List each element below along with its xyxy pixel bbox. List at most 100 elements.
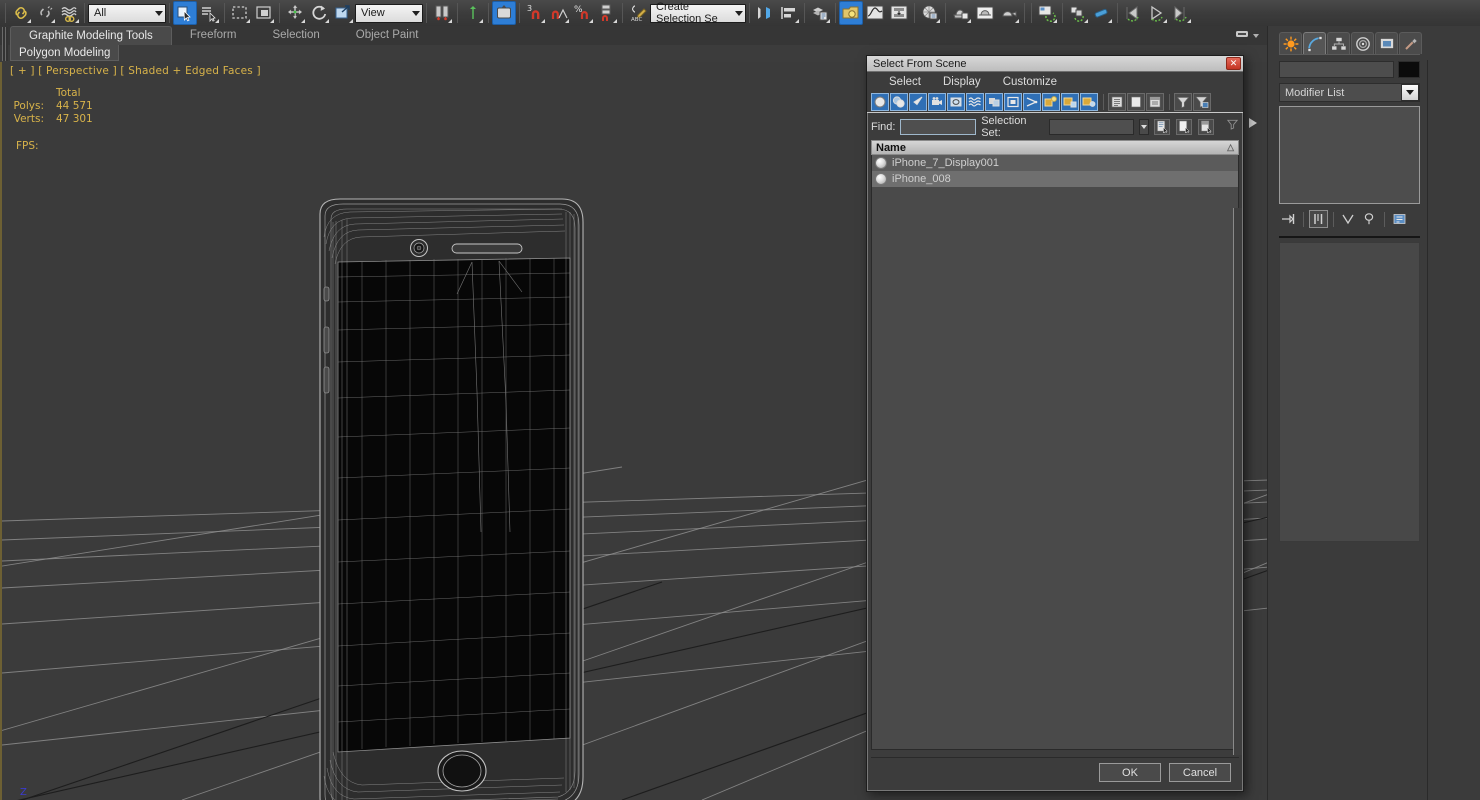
tab-selection[interactable]: Selection — [254, 26, 337, 45]
display-cameras-icon[interactable] — [928, 93, 946, 111]
curve-editor-icon[interactable] — [863, 1, 887, 25]
angle-snap-toggle-icon[interactable] — [547, 1, 571, 25]
selection-filter-dropdown[interactable]: All — [88, 4, 166, 23]
play-animation-icon[interactable] — [1145, 1, 1169, 25]
menu-select[interactable]: Select — [879, 75, 931, 89]
display-space-warps-icon[interactable] — [966, 93, 984, 111]
sort-ascending-icon: △ — [1227, 142, 1234, 153]
schematic-view-icon[interactable] — [887, 1, 911, 25]
chevron-down-icon[interactable] — [1253, 34, 1259, 38]
show-end-result-icon[interactable] — [1309, 210, 1328, 228]
snaps-3-toggle-icon[interactable]: 3 — [523, 1, 547, 25]
render-setup-icon[interactable] — [918, 1, 942, 25]
close-icon[interactable]: ✕ — [1226, 57, 1241, 70]
select-and-move-icon[interactable] — [283, 1, 307, 25]
display-bones-icon[interactable] — [1023, 93, 1041, 111]
display-geometry-icon[interactable] — [871, 93, 889, 111]
menu-display[interactable]: Display — [933, 75, 991, 89]
find-input[interactable] — [900, 119, 976, 135]
display-xrefs-icon[interactable] — [1004, 93, 1022, 111]
link-icon[interactable] — [9, 1, 33, 25]
hierarchy-tab[interactable] — [1327, 32, 1350, 54]
display-children-icon[interactable] — [1042, 93, 1060, 111]
snaps-toggle-icon[interactable] — [492, 1, 516, 25]
more-options-icon[interactable] — [1226, 117, 1239, 136]
object-name-field[interactable] — [1279, 61, 1394, 78]
display-groups-icon[interactable] — [985, 93, 1003, 111]
ok-button[interactable]: OK — [1099, 763, 1161, 782]
material-editor-icon[interactable] — [839, 1, 863, 25]
render-iterative-icon[interactable] — [997, 1, 1021, 25]
select-invert-icon[interactable] — [1198, 119, 1214, 135]
display-columns-icon[interactable] — [1146, 93, 1164, 111]
isolate-selection-icon[interactable] — [1090, 1, 1114, 25]
bind-space-warp-icon[interactable] — [57, 1, 81, 25]
object-color-swatch[interactable] — [1398, 61, 1420, 78]
scene-explorer-icon[interactable] — [1035, 1, 1059, 25]
use-center-flyout-icon[interactable] — [430, 1, 454, 25]
window-crossing-icon[interactable] — [252, 1, 276, 25]
layer-explorer-icon[interactable] — [808, 1, 832, 25]
render-production-icon[interactable] — [973, 1, 997, 25]
select-object-icon[interactable] — [173, 1, 197, 25]
select-by-name-icon[interactable] — [197, 1, 221, 25]
rendered-frame-window-icon[interactable] — [949, 1, 973, 25]
create-tab[interactable] — [1279, 32, 1302, 54]
panel-tab-polygon-modeling[interactable]: Polygon Modeling — [10, 45, 119, 61]
ribbon-minimize-icon[interactable] — [1235, 27, 1249, 45]
modifier-list-dropdown[interactable]: Modifier List — [1279, 83, 1420, 102]
dialog-titlebar[interactable]: Select From Scene ✕ — [867, 56, 1243, 72]
modify-tab[interactable] — [1303, 32, 1326, 54]
select-and-scale-icon[interactable] — [331, 1, 355, 25]
list-column-header[interactable]: Name △ — [871, 140, 1239, 155]
percent-snap-toggle-icon[interactable]: % — [571, 1, 595, 25]
undo-view-change-icon[interactable] — [1121, 1, 1145, 25]
menu-customize[interactable]: Customize — [993, 75, 1067, 89]
chevron-down-icon[interactable] — [1401, 84, 1419, 101]
display-shapes-icon[interactable] — [890, 93, 908, 111]
edit-named-selection-sets-icon[interactable]: ABC — [626, 1, 650, 25]
scene-object-list[interactable]: iPhone_7_Display001 iPhone_008 — [871, 155, 1239, 750]
reference-coordinate-system-dropdown[interactable]: View — [355, 4, 423, 23]
rectangular-selection-region-icon[interactable] — [228, 1, 252, 25]
align-icon[interactable] — [777, 1, 801, 25]
pin-stack-icon[interactable] — [1279, 210, 1298, 228]
collapse-all-icon[interactable] — [1127, 93, 1145, 111]
select-none-icon[interactable] — [1176, 119, 1192, 135]
select-and-rotate-icon[interactable] — [307, 1, 331, 25]
expand-all-icon[interactable] — [1108, 93, 1126, 111]
selection-set-input[interactable] — [1049, 119, 1134, 135]
remove-modifier-icon[interactable] — [1360, 210, 1379, 228]
display-frozen-icon[interactable] — [1080, 93, 1098, 111]
tab-object-paint[interactable]: Object Paint — [338, 26, 437, 45]
select-all-icon[interactable] — [1154, 119, 1170, 135]
viewport-expand-arrow-icon[interactable] — [1249, 118, 1257, 128]
redo-view-change-icon[interactable] — [1169, 1, 1193, 25]
display-lights-icon[interactable] — [909, 93, 927, 111]
cancel-button[interactable]: Cancel — [1169, 763, 1231, 782]
list-item[interactable]: iPhone_7_Display001 — [872, 155, 1238, 171]
containers-icon[interactable] — [1066, 1, 1090, 25]
display-influences-icon[interactable] — [1061, 93, 1079, 111]
ribbon-drag-handle[interactable] — [2, 27, 8, 61]
motion-tab[interactable] — [1351, 32, 1374, 54]
list-item[interactable]: iPhone_008 — [872, 171, 1238, 187]
tab-graphite-modeling-tools[interactable]: Graphite Modeling Tools — [10, 26, 172, 45]
configure-modifier-sets-icon[interactable] — [1390, 210, 1409, 228]
rollout-area[interactable] — [1279, 242, 1420, 542]
advanced-filter-icon[interactable] — [1193, 93, 1211, 111]
utilities-tab[interactable] — [1399, 32, 1422, 54]
display-helpers-icon[interactable] — [947, 93, 965, 111]
unlink-icon[interactable] — [33, 1, 57, 25]
dialog-scrollbar[interactable] — [1233, 208, 1242, 755]
select-and-manipulate-icon[interactable] — [461, 1, 485, 25]
chevron-down-icon[interactable] — [1139, 119, 1149, 135]
spinner-snap-toggle-icon[interactable] — [595, 1, 619, 25]
mirror-icon[interactable] — [753, 1, 777, 25]
display-tab[interactable] — [1375, 32, 1398, 54]
tab-freeform[interactable]: Freeform — [172, 26, 255, 45]
filter-icon[interactable] — [1174, 93, 1192, 111]
make-unique-icon[interactable] — [1339, 210, 1358, 228]
modifier-stack-list[interactable] — [1279, 106, 1420, 204]
named-selection-sets-dropdown[interactable]: Create Selection Se — [650, 4, 746, 23]
